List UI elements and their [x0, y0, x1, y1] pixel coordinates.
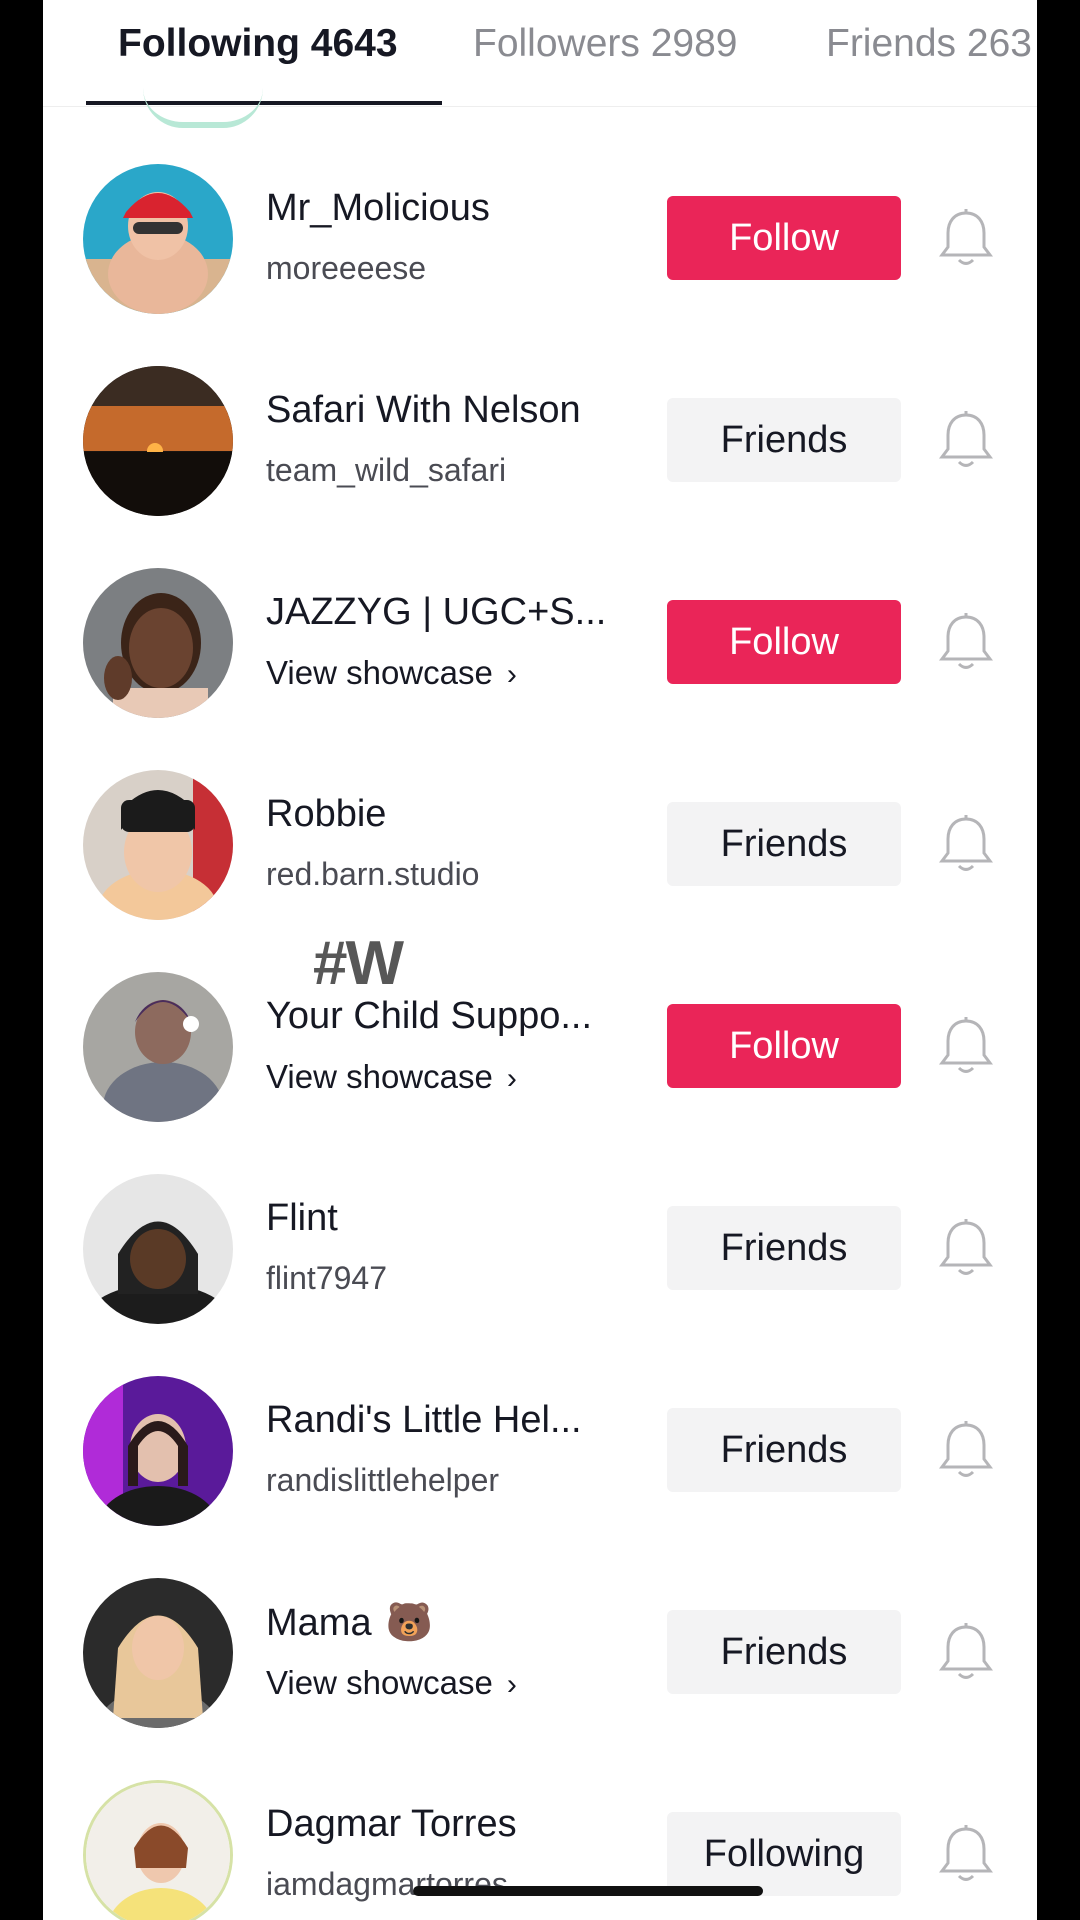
friends-button[interactable]: Friends [667, 398, 901, 482]
avatar[interactable] [83, 1376, 233, 1526]
bell-icon[interactable] [936, 611, 996, 673]
user-row[interactable]: JAZZYG | UGC+S... View showcase › Follow [43, 567, 1037, 769]
bear-emoji-icon: 🐻 [385, 1602, 433, 1644]
display-name: Dagmar Torres [266, 1803, 517, 1845]
display-name: Robbie [266, 793, 387, 835]
partial-avatar [143, 88, 263, 128]
bell-icon[interactable] [936, 1217, 996, 1279]
display-name: Mama 🐻 [266, 1601, 646, 1645]
active-tab-indicator [86, 101, 442, 105]
view-showcase-label: View showcase [266, 1058, 493, 1095]
friends-button[interactable]: Friends [667, 1610, 901, 1694]
user-row[interactable]: Mr_Molicious moreeeese Follow [43, 163, 1037, 365]
chevron-right-icon: › [506, 1062, 517, 1095]
user-row[interactable]: Mama 🐻 View showcase › Friends [43, 1577, 1037, 1779]
view-showcase-link[interactable]: View showcase › [266, 654, 646, 692]
username: iamdagmartorres [266, 1866, 508, 1902]
tab-following[interactable]: Following 4643 [118, 22, 398, 66]
bell-icon[interactable] [936, 1419, 996, 1481]
avatar[interactable] [83, 568, 233, 718]
display-name: Randi's Little Hel... [266, 1399, 582, 1441]
view-showcase-label: View showcase [266, 654, 493, 691]
username: red.barn.studio [266, 856, 480, 892]
tab-friends[interactable]: Friends 263 [826, 22, 1032, 66]
display-name-text: Mama [266, 1602, 372, 1644]
bell-icon[interactable] [936, 207, 996, 269]
avatar[interactable] [83, 366, 233, 516]
username: flint7947 [266, 1260, 387, 1296]
home-indicator[interactable] [413, 1886, 763, 1896]
bell-icon[interactable] [936, 813, 996, 875]
chevron-right-icon: › [506, 1668, 517, 1701]
display-name: Flint [266, 1197, 338, 1239]
avatar[interactable] [83, 1780, 233, 1920]
display-name: Mr_Molicious [266, 187, 490, 229]
bell-icon[interactable] [936, 1015, 996, 1077]
username: team_wild_safari [266, 452, 507, 488]
avatar[interactable] [83, 1578, 233, 1728]
friends-button[interactable]: Friends [667, 1206, 901, 1290]
display-name: Safari With Nelson [266, 389, 581, 431]
follow-button[interactable]: Follow [667, 600, 901, 684]
following-screen: Following 4643 Followers 2989 Friends 26… [43, 0, 1037, 1920]
user-row[interactable]: Your Child Suppo... View showcase › Follo… [43, 971, 1037, 1173]
avatar[interactable] [83, 972, 233, 1122]
following-button[interactable]: Following [667, 1812, 901, 1896]
bell-icon[interactable] [936, 1621, 996, 1683]
avatar[interactable] [83, 770, 233, 920]
follow-button[interactable]: Follow [667, 196, 901, 280]
view-showcase-link[interactable]: View showcase › [266, 1058, 646, 1096]
chevron-right-icon: › [506, 658, 517, 691]
display-name: Your Child Suppo... [266, 995, 593, 1037]
view-showcase-link[interactable]: View showcase › [266, 1664, 646, 1702]
user-row[interactable]: Dagmar Torres iamdagmartorres Following [43, 1779, 1037, 1920]
view-showcase-label: View showcase [266, 1664, 493, 1701]
bell-icon[interactable] [936, 409, 996, 471]
user-row[interactable]: Flint flint7947 Friends [43, 1173, 1037, 1375]
friends-button[interactable]: Friends [667, 802, 901, 886]
username: moreeeese [266, 250, 427, 286]
hashtag-overlay: #W [313, 929, 404, 998]
avatar[interactable] [83, 164, 233, 314]
friends-button[interactable]: Friends [667, 1408, 901, 1492]
avatar[interactable] [83, 1174, 233, 1324]
user-row[interactable]: Safari With Nelson team_wild_safari Frie… [43, 365, 1037, 567]
user-row[interactable]: Robbie red.barn.studio Friends [43, 769, 1037, 971]
bell-icon[interactable] [936, 1823, 996, 1885]
user-row[interactable]: Randi's Little Hel... randislittlehelper… [43, 1375, 1037, 1577]
follow-button[interactable]: Follow [667, 1004, 901, 1088]
display-name: JAZZYG | UGC+S... [266, 591, 607, 633]
username: randislittlehelper [266, 1462, 500, 1498]
tab-followers[interactable]: Followers 2989 [473, 22, 737, 66]
